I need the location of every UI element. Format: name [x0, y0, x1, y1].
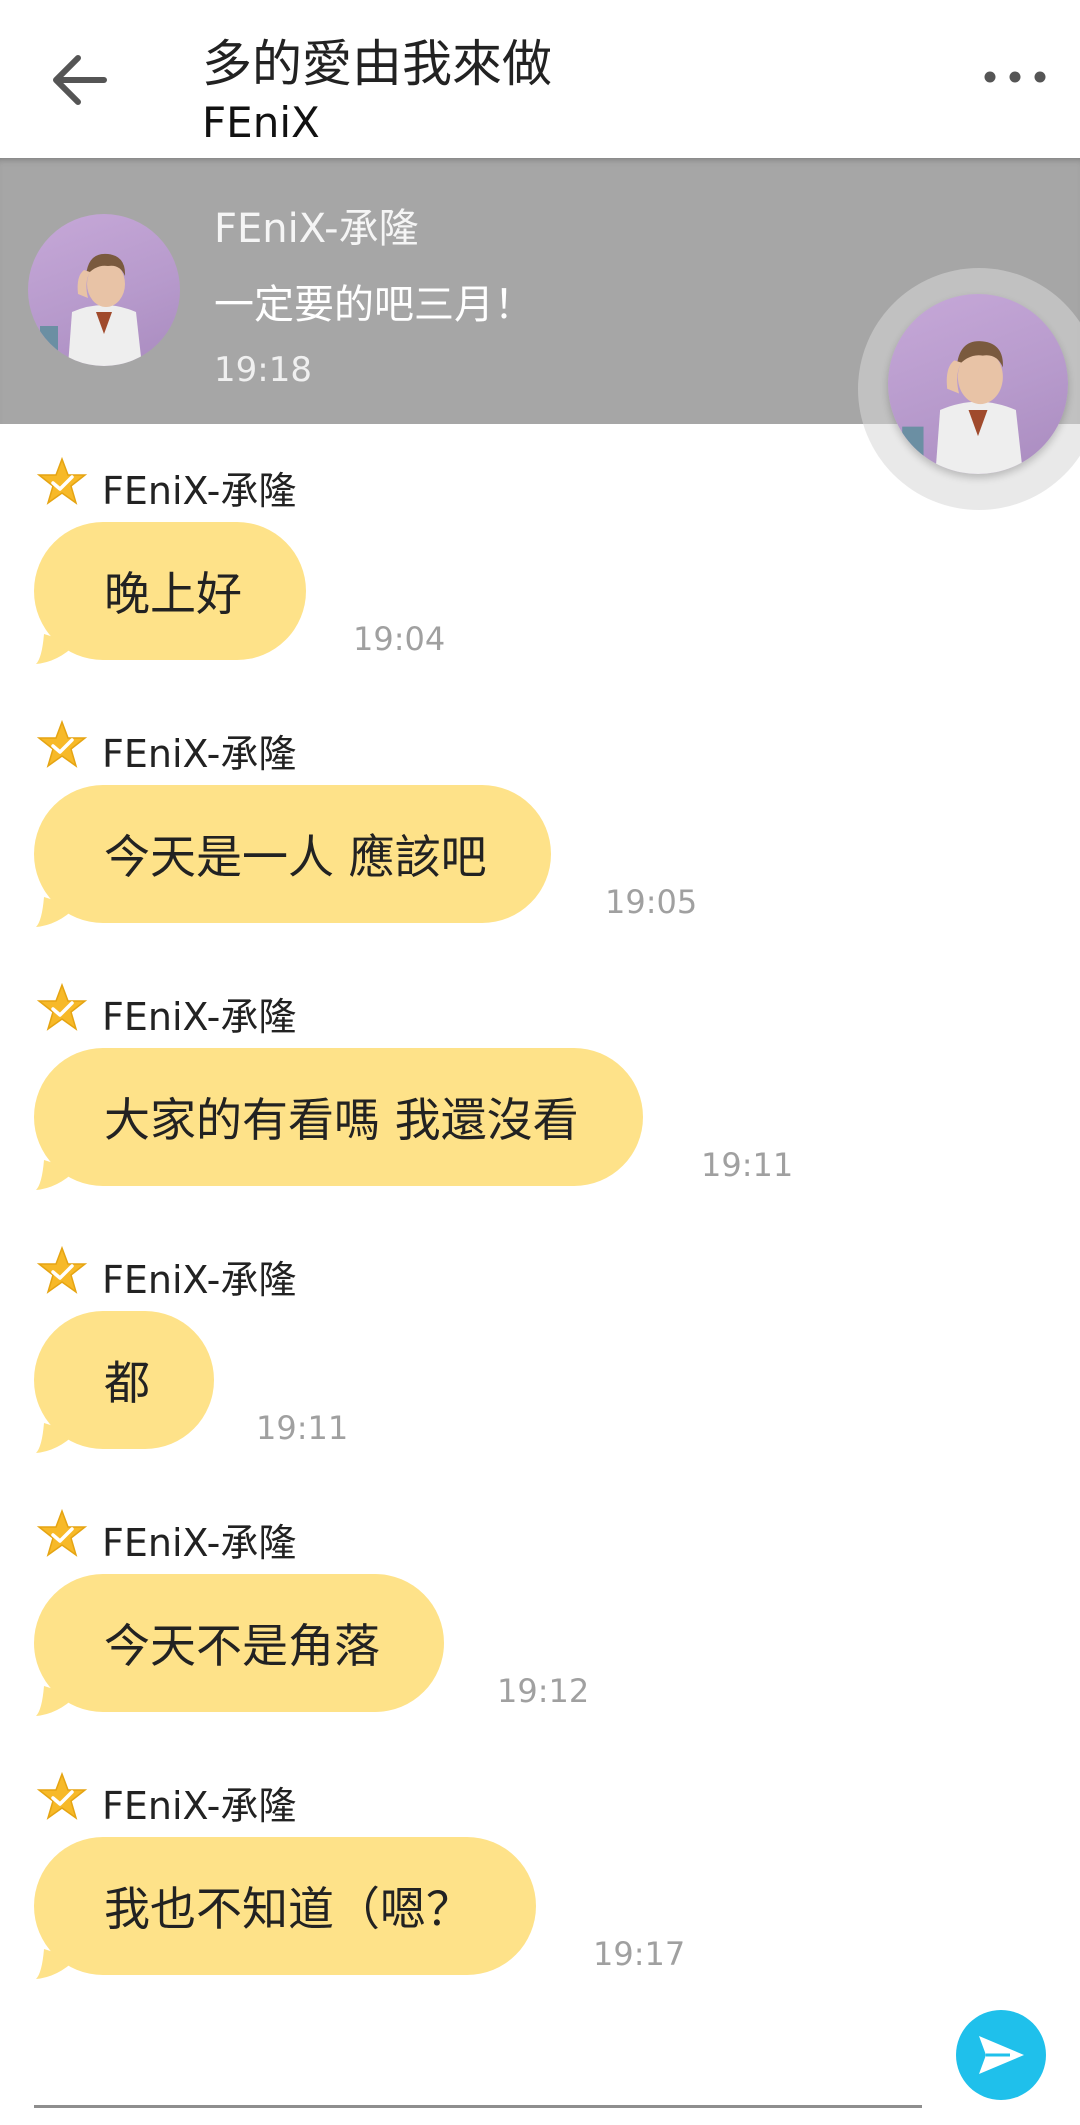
arrow-left-icon[interactable]: [48, 52, 110, 108]
chat-header: 多的愛由我來做 FEniX: [0, 0, 1080, 158]
message-input-underline[interactable]: [34, 2105, 922, 2108]
banner-avatar: [28, 214, 180, 366]
message-bubble[interactable]: 都: [34, 1311, 214, 1449]
message-bubble[interactable]: 大家的有看嗎 我還沒看: [34, 1048, 643, 1186]
sender-name: FEniX-承隆: [102, 1258, 297, 1302]
sender-name: FEniX-承隆: [102, 995, 297, 1039]
send-button[interactable]: [956, 2010, 1046, 2100]
star-badge-icon: [36, 1245, 88, 1294]
star-badge-icon: [36, 1771, 88, 1820]
message-item: FEniX-承隆 今天是一人 應該吧 19:05: [0, 715, 1080, 955]
banner-message-text: 一定要的吧三月！: [214, 282, 534, 328]
message-timestamp: 19:04: [353, 620, 446, 658]
sender-name: FEniX-承隆: [102, 1784, 297, 1828]
message-bubble[interactable]: 今天不是角落: [34, 1574, 444, 1712]
message-item: FEniX-承隆 今天不是角落 19:12: [0, 1504, 1080, 1744]
message-timestamp: 19:12: [497, 1672, 590, 1710]
star-badge-icon: [36, 456, 88, 505]
person-photo-icon: [902, 341, 1023, 474]
banner-sender-name: FEniX-承隆: [214, 206, 419, 252]
sender-name: FEniX-承隆: [102, 732, 297, 776]
star-badge-icon: [36, 1508, 88, 1557]
chat-title: 多的愛由我來做: [202, 35, 552, 93]
star-badge-icon: [36, 719, 88, 768]
message-bubble[interactable]: 我也不知道（嗯？: [34, 1837, 536, 1975]
star-badge-icon: [36, 982, 88, 1031]
send-icon: [979, 2036, 1024, 2074]
message-item: FEniX-承隆 都 19:11: [0, 1241, 1080, 1481]
message-bubble[interactable]: 今天是一人 應該吧: [34, 785, 551, 923]
message-timestamp: 19:11: [256, 1409, 349, 1447]
floating-avatar[interactable]: [888, 294, 1068, 474]
more-horizontal-icon[interactable]: [980, 62, 1050, 92]
banner-timestamp: 19:18: [214, 350, 312, 390]
chat-subtitle: FEniX: [202, 98, 320, 147]
message-timestamp: 19:11: [701, 1146, 794, 1184]
message-item: FEniX-承隆 我也不知道（嗯？ 19:17: [0, 1767, 1080, 2007]
message-bubble[interactable]: 晚上好: [34, 522, 306, 660]
sender-name: FEniX-承隆: [102, 469, 297, 513]
person-photo-icon: [40, 253, 142, 366]
message-item: FEniX-承隆 晚上好 19:04: [0, 452, 1080, 692]
message-timestamp: 19:17: [593, 1935, 686, 1973]
message-timestamp: 19:05: [605, 883, 698, 921]
sender-name: FEniX-承隆: [102, 1521, 297, 1565]
message-item: FEniX-承隆 大家的有看嗎 我還沒看 19:11: [0, 978, 1080, 1218]
